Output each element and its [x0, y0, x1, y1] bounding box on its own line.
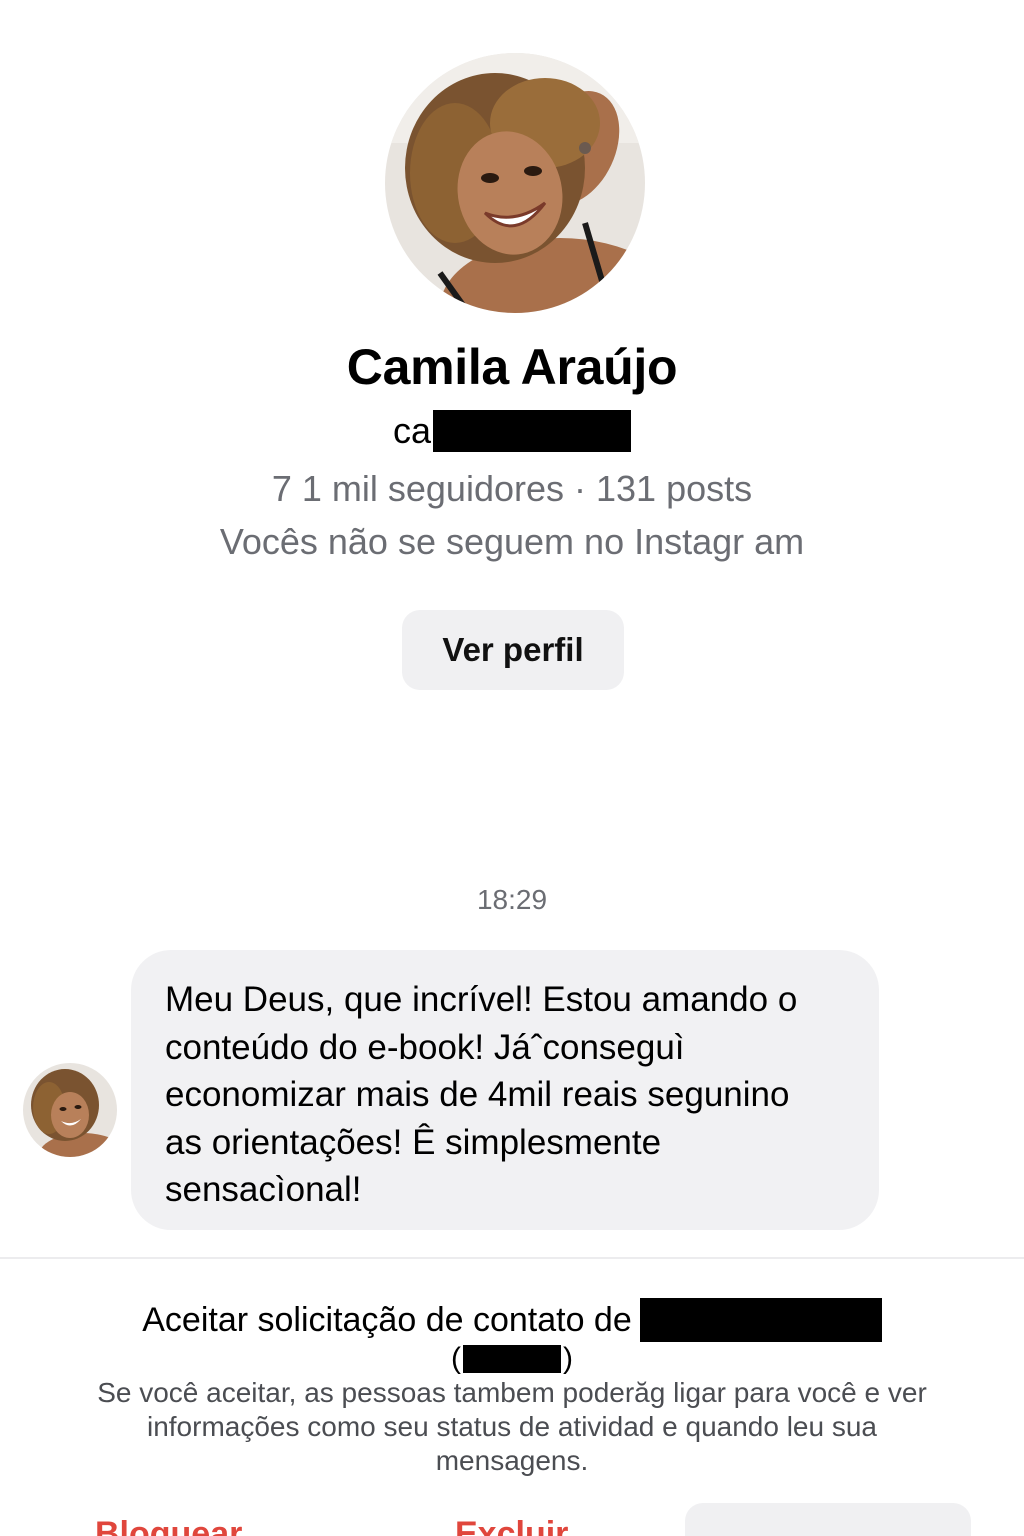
request-description: Se você aceitar, as pessoas tambem poder… — [97, 1377, 927, 1476]
message-line: sensacìonal! — [165, 1170, 362, 1209]
requester-name-redaction — [639, 1298, 882, 1342]
request-title-text: Aceitar solicitação de contato de — [142, 1300, 632, 1339]
message-line: Meu Deus, que incrível! Estou amando o — [165, 980, 798, 1019]
request-title: Aceitar solicitação de contato de — [0, 1298, 1024, 1342]
profile-stats: 7 1 mil seguidores · 131 posts — [271, 468, 753, 509]
paren-open: ( — [451, 1342, 461, 1375]
view-profile-button[interactable]: Ver perfil — [402, 610, 624, 690]
delete-button[interactable]: Excluir — [455, 1515, 568, 1536]
chat-request-screen: Camila Araújo ca 7 1 mil seguidores · 13… — [0, 0, 1024, 1536]
handle-prefix: ca — [392, 410, 432, 451]
request-username: ( ) — [0, 1342, 1024, 1376]
message-timestamp: 18:29 — [476, 884, 548, 915]
message-line: as orientações! Ê simplesmente — [165, 1122, 662, 1162]
handle-redaction — [433, 410, 632, 452]
profile-handle: ca — [0, 410, 1024, 452]
requester-username-redaction — [463, 1345, 561, 1373]
paren-close: ) — [563, 1342, 573, 1375]
block-button[interactable]: Bloquear — [95, 1515, 242, 1536]
profile-name: Camila Araújo — [346, 339, 678, 395]
profile-avatar[interactable] — [385, 53, 645, 313]
message-line: conteúdo do e-book! Jáˆconseguì — [165, 1027, 685, 1067]
message-line: economizar mais de 4mil reais segunino — [165, 1075, 790, 1114]
mutual-follow-status: Vocês não se seguem no Instagr am — [219, 521, 805, 562]
message-bubble[interactable]: Meu Deus, que incrível! Estou amando o c… — [131, 950, 879, 1230]
sender-avatar[interactable] — [23, 1063, 117, 1157]
accept-button[interactable]: Aceitar — [685, 1503, 971, 1536]
divider — [0, 1257, 1024, 1259]
